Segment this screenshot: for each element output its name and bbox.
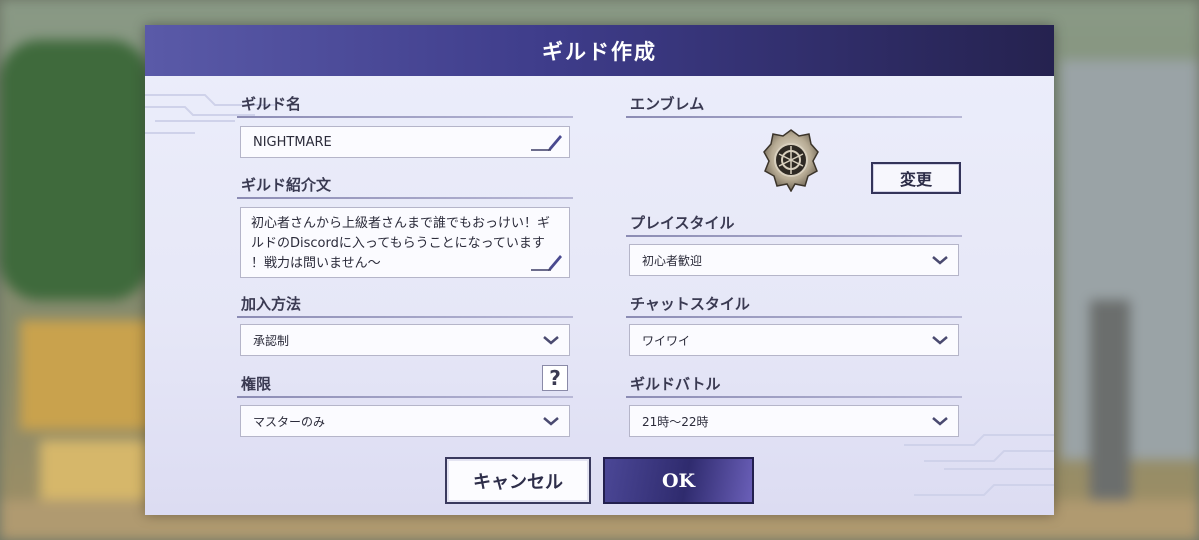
guild-intro-textarea[interactable]: 初心者さんから上級者さんまで誰でもおっけい！ギ ルドのDiscordに入ってもら… bbox=[240, 207, 570, 278]
chat-style-select[interactable]: ワイワイ bbox=[629, 324, 959, 356]
dialog-title: ギルド作成 bbox=[542, 39, 657, 64]
title-bar: ギルド作成 bbox=[145, 25, 1054, 76]
divider bbox=[237, 316, 573, 318]
play-style-value: 初心者歓迎 bbox=[642, 253, 703, 268]
pen-icon bbox=[531, 255, 562, 271]
chevron-down-icon bbox=[932, 417, 948, 426]
help-icon: ? bbox=[549, 366, 561, 390]
join-method-select[interactable]: 承認制 bbox=[240, 324, 570, 356]
chevron-down-icon bbox=[932, 336, 948, 345]
permission-select[interactable]: マスターのみ bbox=[240, 405, 570, 437]
play-style-select[interactable]: 初心者歓迎 bbox=[629, 244, 959, 276]
divider bbox=[626, 235, 962, 237]
chevron-down-icon bbox=[543, 336, 559, 345]
guild-intro-label: ギルド紹介文 bbox=[241, 176, 332, 194]
emblem-icon bbox=[763, 129, 819, 192]
divider bbox=[237, 197, 573, 199]
cancel-label: キャンセル bbox=[473, 471, 563, 493]
guild-create-dialog: ギルド作成 ギルド名 NIGHTMARE ギルド紹介文 初心者さんから上級者さん… bbox=[145, 25, 1054, 515]
guild-name-value: NIGHTMARE bbox=[253, 134, 332, 150]
divider bbox=[237, 116, 573, 118]
permission-label: 権限 bbox=[241, 375, 272, 393]
guild-battle-select[interactable]: 21時〜22時 bbox=[629, 405, 959, 437]
help-button[interactable]: ? bbox=[542, 365, 568, 391]
divider bbox=[237, 396, 573, 398]
intro-line: 初心者さんから上級者さんまで誰でもおっけい！ギ bbox=[251, 216, 551, 231]
emblem-label: エンブレム bbox=[630, 95, 705, 113]
guild-battle-label: ギルドバトル bbox=[630, 375, 721, 393]
permission-value: マスターのみ bbox=[253, 414, 326, 429]
pen-icon bbox=[531, 135, 562, 151]
chevron-down-icon bbox=[543, 417, 559, 426]
intro-line: ルドのDiscordに入ってもらうことになっています bbox=[251, 236, 545, 251]
join-method-label: 加入方法 bbox=[241, 295, 302, 313]
guild-name-label: ギルド名 bbox=[241, 95, 302, 113]
ok-button[interactable]: OK bbox=[603, 457, 754, 504]
circuit-decoration bbox=[904, 434, 1054, 496]
emblem-change-button[interactable]: 変更 bbox=[871, 162, 961, 194]
intro-line: ！戦力は問いません〜 bbox=[251, 256, 381, 271]
chevron-down-icon bbox=[932, 256, 948, 265]
chat-style-value: ワイワイ bbox=[642, 333, 691, 348]
ok-label: OK bbox=[661, 469, 696, 492]
guild-battle-value: 21時〜22時 bbox=[642, 414, 709, 429]
emblem-change-label: 変更 bbox=[899, 170, 932, 189]
join-method-value: 承認制 bbox=[253, 333, 290, 348]
play-style-label: プレイスタイル bbox=[630, 214, 735, 232]
cancel-button[interactable]: キャンセル bbox=[445, 457, 591, 504]
divider bbox=[626, 396, 962, 398]
chat-style-label: チャットスタイル bbox=[630, 295, 750, 313]
guild-name-input[interactable]: NIGHTMARE bbox=[240, 126, 570, 158]
divider bbox=[626, 316, 962, 318]
divider bbox=[626, 116, 962, 118]
